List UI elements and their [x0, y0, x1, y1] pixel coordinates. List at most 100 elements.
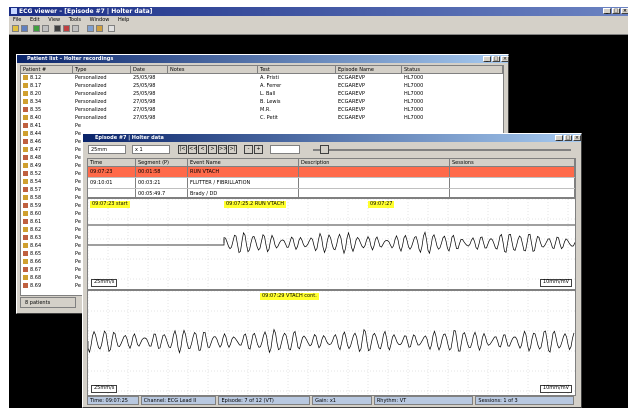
next-button[interactable]: >: [208, 145, 217, 154]
monitor-icon[interactable]: [87, 25, 94, 32]
menu-view[interactable]: View: [48, 17, 60, 23]
event-row[interactable]: 00:05:49.7 Brady / DD: [88, 189, 575, 197]
table-row[interactable]: 8.20 Personalized 25/05/98 L. Ball ECGAREVP H…: [21, 90, 503, 98]
table-cell-id: 8.62: [21, 226, 73, 234]
event-cell-time: 09:07:23: [88, 167, 136, 177]
time-slider-thumb[interactable]: [320, 145, 329, 154]
episode-maximize-button[interactable]: □: [564, 135, 572, 141]
episode-close-button[interactable]: ×: [573, 135, 581, 141]
col-test[interactable]: Test: [258, 66, 336, 74]
ecg-strip-bottom[interactable]: 09:07:29 VTACH cont. 25mm/s 10mm/mV: [87, 290, 576, 396]
table-cell-id: 8.52: [21, 170, 73, 178]
event-cell-desc: [299, 178, 450, 188]
cell-text: ECGAREVP: [338, 83, 366, 89]
table-row[interactable]: 8.12 Personalized 25/05/98 A. Pristi ECGAREV…: [21, 74, 503, 82]
ecg-icon[interactable]: [54, 25, 61, 32]
table-cell-id: 8.17: [21, 82, 73, 90]
table-row[interactable]: 8.40 Personalized 27/05/98 C. Petit ECGAREVP…: [21, 114, 503, 122]
col-patient-id[interactable]: Patient #: [21, 66, 73, 74]
strip-top-tag-3[interactable]: 09:07:27: [368, 201, 395, 208]
col-date[interactable]: Date: [131, 66, 168, 74]
forward-button[interactable]: >>: [218, 145, 227, 154]
table-cell-status: HL7000: [402, 98, 503, 106]
patient-list-maximize-button[interactable]: □: [492, 56, 500, 62]
help-icon[interactable]: [108, 25, 115, 32]
cell-text: 8.49: [30, 163, 42, 169]
table-row[interactable]: 8.41 Pe: [21, 122, 503, 130]
col-type[interactable]: Type: [73, 66, 131, 74]
menu-edit[interactable]: Edit: [30, 17, 40, 23]
table-cell-episode: ECGAREVP: [336, 106, 402, 114]
episode-toolbar: 25mm x 1 |< << < > >> >| - +: [88, 145, 576, 156]
gain-select[interactable]: x 1: [132, 145, 170, 154]
last-button[interactable]: >|: [228, 145, 237, 154]
col-segment[interactable]: Segment (P): [136, 159, 188, 167]
first-button[interactable]: |<: [178, 145, 187, 154]
cell-text: 8.47: [30, 147, 42, 153]
event-row[interactable]: 09:07:23 00:01:58 RUN VTACH: [88, 167, 575, 178]
strip-top-tag-1[interactable]: 09:07:23 start: [90, 201, 130, 208]
table-cell-episode: [336, 122, 402, 130]
minimize-button[interactable]: _: [603, 8, 611, 14]
cell-text: 8.20: [30, 91, 42, 97]
open-folder-icon[interactable]: [12, 25, 19, 32]
copy-icon[interactable]: [72, 25, 79, 32]
strip-top-scale-right: 10mm/mV: [539, 279, 572, 287]
table-row[interactable]: 8.17 Personalized 25/05/98 A. Ferrer ECGAREV…: [21, 82, 503, 90]
print-icon[interactable]: [42, 25, 49, 32]
delete-icon[interactable]: [63, 25, 70, 32]
event-cell-desc: [299, 189, 450, 197]
patient-folder-icon: [23, 259, 28, 264]
menu-file[interactable]: File: [13, 17, 21, 23]
strip-top-tag-2[interactable]: 09:07:25.2 RUN VTACH: [224, 201, 286, 208]
time-slider[interactable]: [313, 149, 571, 151]
col-description[interactable]: Description: [299, 159, 450, 167]
speed-select[interactable]: 25mm: [88, 145, 126, 154]
col-sessions[interactable]: Sessions: [450, 159, 575, 167]
episode-minimize-button[interactable]: _: [555, 135, 563, 141]
table-row[interactable]: 8.34 Personalized 27/05/98 B. Lewis ECGAREVP…: [21, 98, 503, 106]
close-button[interactable]: ×: [621, 8, 628, 14]
rewind-button[interactable]: <<: [188, 145, 197, 154]
table-cell-id: 8.40: [21, 114, 73, 122]
col-notes[interactable]: Notes: [168, 66, 258, 74]
cell-text: 25/05/98: [133, 83, 156, 89]
cell-text: 8.59: [30, 203, 42, 209]
menu-help[interactable]: Help: [118, 17, 129, 23]
table-cell-id: 8.64: [21, 242, 73, 250]
table-cell-status: HL7000: [402, 90, 503, 98]
menu-tools[interactable]: Tools: [69, 17, 81, 23]
report-icon[interactable]: [96, 25, 103, 32]
cell-text: 8.44: [30, 131, 42, 137]
ecg-strip-top[interactable]: 09:07:23 start 09:07:25.2 RUN VTACH 09:0…: [87, 198, 576, 290]
cell-text: Pe: [75, 267, 81, 273]
cell-text: HL7000: [404, 99, 424, 105]
table-cell-episode: ECGAREVP: [336, 82, 402, 90]
patient-list-minimize-button[interactable]: _: [483, 56, 491, 62]
patient-list-close-button[interactable]: ×: [501, 56, 509, 62]
strip-bottom-tag-1[interactable]: 09:07:29 VTACH cont.: [260, 293, 319, 300]
table-cell-type: Pe: [73, 122, 131, 130]
cell-text: A. Ferrer: [260, 83, 282, 89]
col-event-name[interactable]: Event Name: [188, 159, 299, 167]
col-episode[interactable]: Episode Name: [336, 66, 402, 74]
zoom-in-button[interactable]: +: [254, 145, 263, 154]
table-cell-id: 8.63: [21, 234, 73, 242]
cell-text: ECGAREVP: [338, 91, 366, 97]
position-field[interactable]: [270, 145, 300, 154]
save-icon[interactable]: [21, 25, 28, 32]
table-cell-id: 8.60: [21, 210, 73, 218]
ecg-pre-episode-trace: [88, 239, 225, 246]
main-titlebar: ECG viewer – [Episode #7 | Holter data] …: [9, 7, 628, 16]
maximize-button[interactable]: □: [612, 8, 620, 14]
patient-folder-icon: [23, 83, 28, 88]
event-row[interactable]: 09:10:01 00:03:21 FLUTTER / FIBRILLATION: [88, 178, 575, 189]
patient-icon[interactable]: [33, 25, 40, 32]
table-row[interactable]: 8.35 Personalized 27/05/98 M.R. ECGAREVP HL70…: [21, 106, 503, 114]
col-status[interactable]: Status: [402, 66, 503, 74]
prev-button[interactable]: <: [198, 145, 207, 154]
col-time[interactable]: Time: [88, 159, 136, 167]
zoom-out-button[interactable]: -: [244, 145, 253, 154]
desktop-frame: ECG viewer – [Episode #7 | Holter data] …: [9, 7, 628, 408]
menu-window[interactable]: Window: [90, 17, 110, 23]
